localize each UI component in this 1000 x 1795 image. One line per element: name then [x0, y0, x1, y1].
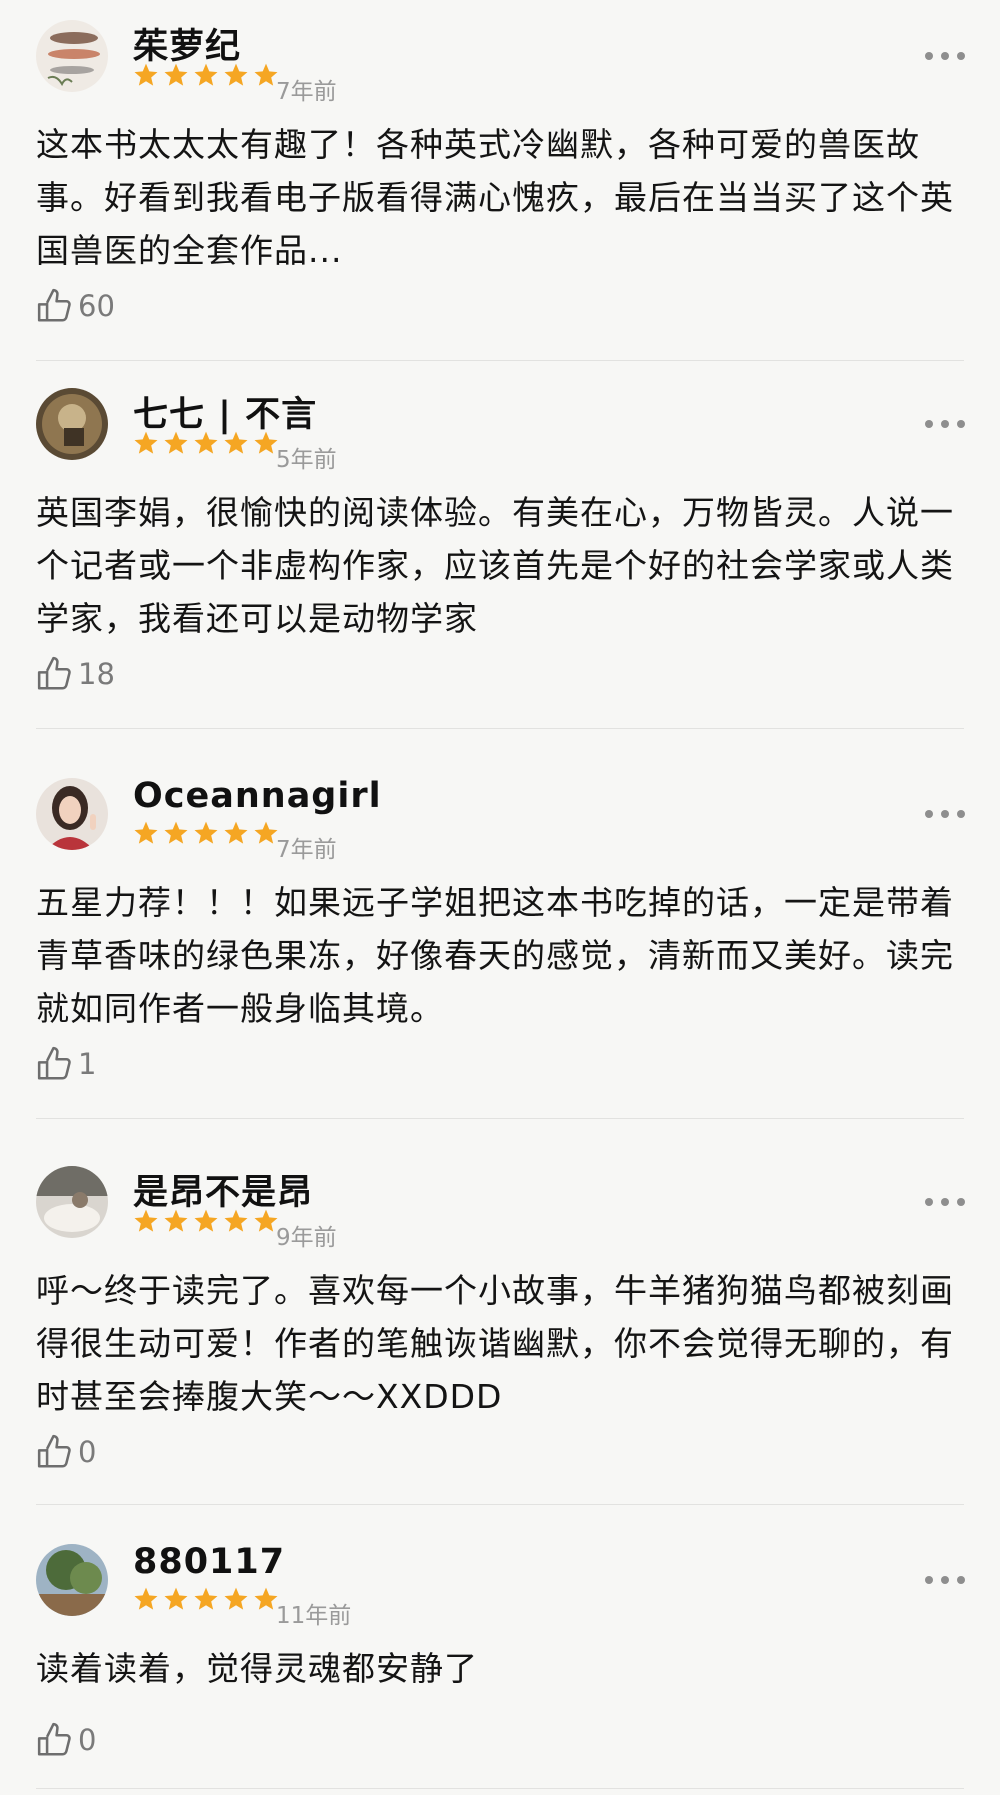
star-icon: [224, 431, 248, 454]
avatar[interactable]: [36, 1166, 108, 1238]
review-time: 7年前: [276, 837, 337, 863]
more-horizontal-icon[interactable]: [925, 1574, 965, 1586]
avatar[interactable]: [36, 1544, 108, 1616]
review-time: 7年前: [276, 79, 337, 105]
divider: [36, 728, 964, 729]
star-icon: [134, 1209, 158, 1232]
more-horizontal-icon[interactable]: [925, 808, 965, 820]
avatar[interactable]: [36, 778, 108, 850]
like-count: 18: [78, 657, 115, 691]
star-rating: [133, 62, 283, 88]
star-rating: [133, 1208, 283, 1234]
more-horizontal-icon[interactable]: [925, 1196, 965, 1208]
like-count: 1: [78, 1047, 97, 1081]
star-icon: [164, 821, 188, 844]
review-content: 英国李娟，很愉快的阅读体验。有美在心，万物皆灵。人说一个记者或一个非虚构作家，应…: [36, 493, 954, 638]
review-content: 呼～终于读完了。喜欢每一个小故事，牛羊猪狗猫鸟都被刻画得很生动可爱！作者的笔触诙…: [36, 1271, 954, 1416]
like-button[interactable]: 0: [36, 1432, 96, 1472]
divider: [36, 1118, 964, 1119]
star-icon: [134, 431, 158, 454]
star-icon: [164, 1587, 188, 1610]
thumbs-up-icon: [37, 288, 71, 322]
star-icon: [194, 821, 218, 844]
star-icon: [224, 821, 248, 844]
star-icon: [164, 1209, 188, 1232]
review-content: 读着读着，觉得灵魂都安静了: [36, 1649, 478, 1688]
star-icon: [134, 63, 158, 86]
like-count: 0: [78, 1435, 97, 1469]
review-list: 茱萝纪 7年前 这本书太太太有趣了！各种英式冷幽默，各种可爱的兽医故事。好看到我…: [0, 0, 1000, 1795]
star-icon: [164, 431, 188, 454]
star-icon: [194, 1587, 218, 1610]
avatar[interactable]: [36, 20, 108, 92]
star-icon: [194, 431, 218, 454]
like-count: 0: [78, 1723, 97, 1757]
thumbs-up-icon: [37, 1434, 71, 1468]
star-icon: [224, 1587, 248, 1610]
username[interactable]: Oceannagirl: [133, 776, 382, 816]
star-rating: [133, 820, 283, 846]
divider: [36, 1788, 964, 1789]
star-icon: [194, 63, 218, 86]
review-time: 11年前: [276, 1603, 352, 1629]
review-time: 9年前: [276, 1225, 337, 1251]
like-button[interactable]: 60: [36, 286, 115, 326]
review-time: 5年前: [276, 447, 337, 473]
divider: [36, 1504, 964, 1505]
divider: [36, 360, 964, 361]
star-rating: [133, 430, 283, 456]
star-rating: [133, 1586, 283, 1612]
username[interactable]: 880117: [133, 1542, 285, 1582]
star-icon: [134, 1587, 158, 1610]
review-content: 五星力荐！！！如果远子学姐把这本书吃掉的话，一定是带着青草香味的绿色果冻，好像春…: [36, 883, 954, 1028]
like-button[interactable]: 18: [36, 654, 115, 694]
star-icon: [194, 1209, 218, 1232]
more-horizontal-icon[interactable]: [925, 50, 965, 62]
star-icon: [224, 1209, 248, 1232]
star-icon: [164, 63, 188, 86]
like-count: 60: [78, 289, 115, 323]
more-horizontal-icon[interactable]: [925, 418, 965, 430]
review-content: 这本书太太太有趣了！各种英式冷幽默，各种可爱的兽医故事。好看到我看电子版看得满心…: [36, 125, 954, 270]
like-button[interactable]: 1: [36, 1044, 96, 1084]
like-button[interactable]: 0: [36, 1720, 96, 1760]
thumbs-up-icon: [37, 1046, 71, 1080]
star-icon: [224, 63, 248, 86]
star-icon: [134, 821, 158, 844]
thumbs-up-icon: [37, 1722, 71, 1756]
avatar[interactable]: [36, 388, 108, 460]
thumbs-up-icon: [37, 656, 71, 690]
